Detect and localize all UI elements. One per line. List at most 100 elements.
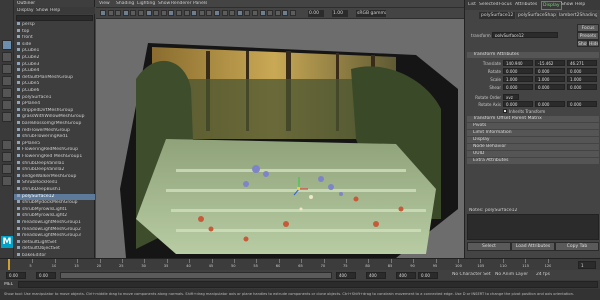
section-pivots[interactable]: Pivots xyxy=(467,123,599,130)
outliner-item[interactable]: sedgeWalkerMeshGroup xyxy=(14,173,95,181)
attr-menu-selected[interactable]: Selected xyxy=(479,2,499,7)
outliner-item[interactable]: shrubMyrowlsLight1 xyxy=(14,206,95,214)
2d-pan-icon[interactable] xyxy=(122,10,129,16)
lasso-tool-icon[interactable] xyxy=(2,52,12,62)
rotate-axis-y-field[interactable]: 0.000 xyxy=(535,101,565,107)
safe-title-icon[interactable] xyxy=(183,10,190,16)
exposure-field[interactable]: 0.00 xyxy=(308,10,324,17)
node-tab-shading[interactable]: lambert2Shading xyxy=(557,12,597,19)
outliner-item[interactable]: polySurface12 xyxy=(14,193,95,201)
rotate-tool-icon[interactable] xyxy=(2,88,12,98)
select-button[interactable]: Select xyxy=(467,242,511,251)
section-uuid[interactable]: UUID xyxy=(467,151,599,158)
side-by-side-view-icon[interactable] xyxy=(2,164,12,174)
safe-action-icon[interactable] xyxy=(176,10,182,16)
isolate-select-icon[interactable] xyxy=(267,10,274,16)
wireframe-icon[interactable] xyxy=(191,10,198,16)
outliner-item[interactable]: shrubMydockMeshGroup xyxy=(14,200,95,207)
rotate-order-dropdown[interactable]: xyz xyxy=(503,94,519,100)
outliner-item[interactable]: shrubDeepBush1 xyxy=(14,187,95,194)
focus-button[interactable]: Focus xyxy=(577,24,599,32)
hide-button[interactable]: Hide xyxy=(588,40,599,47)
range-start-field[interactable]: 0.00 xyxy=(6,272,26,279)
attr-menu-show[interactable]: Show xyxy=(561,2,573,7)
attr-value-field[interactable]: 46.271 xyxy=(567,60,597,66)
range-inner-start-field[interactable]: 0.00 xyxy=(36,272,56,279)
grid-icon[interactable] xyxy=(138,10,144,16)
last-tool-icon[interactable] xyxy=(2,112,12,122)
outliner-item[interactable]: pCube1 xyxy=(14,48,95,55)
shadows-icon[interactable] xyxy=(229,10,236,16)
outliner-item[interactable]: defaultPlanMeshGroup xyxy=(14,74,95,82)
menu-show[interactable]: Show xyxy=(158,1,170,6)
outliner-item[interactable]: redFlowerMeshGroup xyxy=(14,127,95,135)
outliner-item[interactable]: top xyxy=(14,28,95,36)
range-value-field[interactable]: 0.00 xyxy=(418,272,438,279)
gate-mask-icon[interactable] xyxy=(160,10,167,16)
gamma-field[interactable]: 1.00 xyxy=(332,10,348,17)
smooth-shade-icon[interactable] xyxy=(198,10,205,16)
depth-of-field-icon[interactable] xyxy=(259,10,266,16)
color-space-dropdown[interactable]: sRGB gamma xyxy=(356,10,386,17)
transform-name-field[interactable]: polySurface12 xyxy=(492,32,558,38)
menu-renderer[interactable]: Renderer xyxy=(171,1,192,6)
outliner-item[interactable]: shrubDeepVanilla2 xyxy=(14,167,95,174)
attr-value-field[interactable]: 1.000 xyxy=(535,76,565,82)
default-material-icon[interactable] xyxy=(206,10,213,16)
outliner-item[interactable]: pCube6 xyxy=(14,88,95,95)
scale-tool-icon[interactable] xyxy=(2,100,12,110)
bookmark-icon[interactable] xyxy=(107,10,114,16)
field-chart-icon[interactable] xyxy=(168,10,175,16)
attr-menu-focus[interactable]: Focus xyxy=(499,2,512,7)
outliner-item[interactable]: shrubDeepVanilla1 xyxy=(14,160,95,168)
current-time-indicator[interactable] xyxy=(8,259,10,270)
mel-label[interactable]: MEL xyxy=(4,282,13,287)
outliner-item[interactable]: pPlane5 xyxy=(14,140,95,148)
attr-menu-attributes[interactable]: Attributes xyxy=(515,2,537,7)
outliner-item[interactable]: front xyxy=(14,35,95,42)
range-end2-field[interactable]: 400 xyxy=(396,272,416,279)
rotate-axis-z-field[interactable]: 0.000 xyxy=(567,101,597,107)
section-extra-attributes[interactable]: Extra Attributes xyxy=(467,158,599,165)
image-plane-icon[interactable] xyxy=(115,10,122,16)
attr-menu-help[interactable]: Help xyxy=(575,2,585,7)
outliner-item[interactable]: side xyxy=(14,41,95,49)
outliner-item[interactable]: drippedDirtMeshGroup xyxy=(14,107,95,115)
single-view-icon[interactable] xyxy=(2,140,12,150)
anim-layer-dropdown[interactable]: No Anim Layer xyxy=(495,272,528,277)
outliner-item[interactable]: pCube3 xyxy=(14,61,95,69)
attr-value-field[interactable]: 0.000 xyxy=(503,68,533,74)
menu-shading[interactable]: Shading xyxy=(116,1,134,6)
outliner-view-icon[interactable] xyxy=(2,176,12,186)
anti-aliasing-icon[interactable] xyxy=(252,10,258,16)
range-end-field[interactable]: 400 xyxy=(366,272,386,279)
outliner-item[interactable]: pPlane4 xyxy=(14,101,95,108)
xray-icon[interactable] xyxy=(274,10,281,16)
rotate-axis-x-field[interactable]: 0.000 xyxy=(503,101,533,107)
inherits-transform-checkbox[interactable] xyxy=(503,109,507,113)
attr-value-field[interactable]: 0.000 xyxy=(503,84,533,90)
menu-panels[interactable]: Panels xyxy=(193,1,207,6)
camera-attributes-icon[interactable] xyxy=(100,10,106,16)
attr-value-field[interactable]: 1.000 xyxy=(567,76,597,82)
grease-pencil-icon[interactable] xyxy=(130,10,137,16)
outliner-item[interactable]: persp xyxy=(14,22,95,29)
outliner-menu-display[interactable]: Display xyxy=(17,8,34,13)
outliner-item[interactable]: pCube5 xyxy=(14,81,95,88)
outliner-item[interactable]: pCube4 xyxy=(14,68,95,75)
outliner-item[interactable]: ShrubRockRed1 xyxy=(14,180,95,187)
outliner-item[interactable]: meadowLightMeshGroup2 xyxy=(14,226,95,234)
outliner-item[interactable]: meadowLightMeshGroup1 xyxy=(14,220,95,227)
select-tool-icon[interactable] xyxy=(2,40,12,50)
attr-menu-display[interactable]: Display xyxy=(541,1,562,10)
node-tab-transform[interactable]: polySurface12 xyxy=(479,12,515,19)
attr-value-field[interactable]: -15.462 xyxy=(535,60,565,66)
outliner-item[interactable]: bareBlossomgrMeshGroup xyxy=(14,121,95,128)
four-view-icon[interactable] xyxy=(2,152,12,162)
outliner-menu-show[interactable]: Show xyxy=(36,8,48,13)
fps-dropdown[interactable]: 24 fps xyxy=(536,272,550,277)
film-gate-icon[interactable] xyxy=(145,10,152,16)
attr-value-field[interactable]: 140.940 xyxy=(503,60,533,66)
time-slider[interactable]: 5 10 15 20 25 30 35 40 45 50 55 60 65 70 75 80 85 90 95 100… xyxy=(0,258,600,270)
range-inner-end-field[interactable]: 400 xyxy=(336,272,356,279)
